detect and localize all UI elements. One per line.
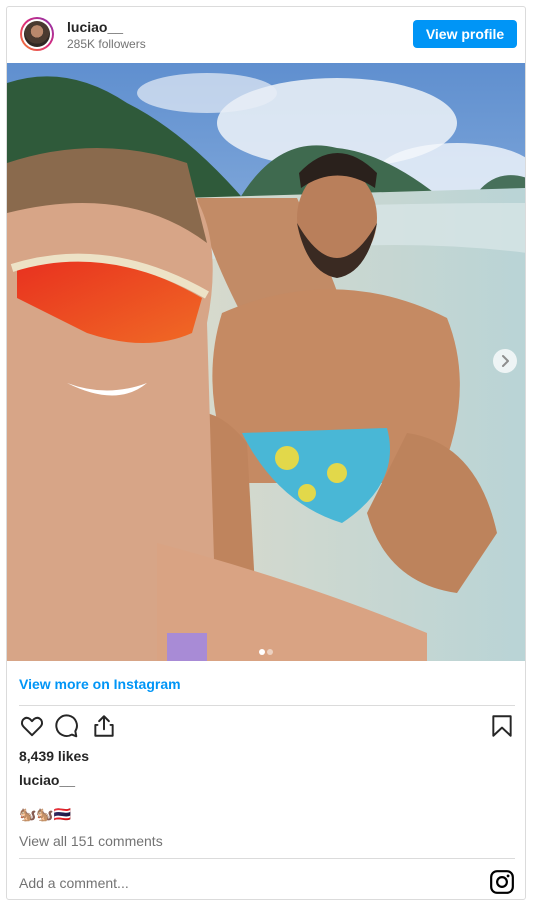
follower-count: 285K followers — [67, 37, 146, 51]
avatar-photo — [24, 21, 50, 47]
avatar[interactable] — [20, 17, 54, 51]
like-count[interactable]: 8,439 likes — [19, 748, 89, 764]
post-header: luciao__ 285K followers View profile — [7, 7, 525, 63]
chevron-right-icon — [502, 355, 509, 367]
caption-text: 🐿️🐿️🇹🇭 — [19, 806, 72, 822]
carousel-dot — [267, 649, 273, 655]
post-photo[interactable] — [7, 63, 525, 661]
instagram-icon[interactable] — [489, 869, 515, 895]
share-icon[interactable] — [91, 713, 117, 739]
comment-icon[interactable] — [53, 713, 79, 739]
add-comment-input[interactable]: Add a comment... — [19, 875, 129, 891]
carousel-indicator — [259, 642, 275, 660]
divider — [19, 858, 515, 859]
view-more-link[interactable]: View more on Instagram — [19, 676, 181, 692]
view-comments-link[interactable]: View all 151 comments — [19, 833, 163, 849]
beach-selfie-image — [7, 63, 525, 661]
divider — [19, 705, 515, 706]
caption-username[interactable]: luciao__ — [19, 772, 75, 788]
action-bar — [19, 713, 515, 741]
username[interactable]: luciao__ — [67, 19, 123, 35]
carousel-dot-active — [259, 649, 265, 655]
heart-icon[interactable] — [19, 713, 45, 739]
view-profile-button[interactable]: View profile — [413, 20, 517, 48]
instagram-embed-card: luciao__ 285K followers View profile Vie… — [6, 6, 526, 900]
bookmark-icon[interactable] — [489, 713, 515, 739]
next-slide-button[interactable] — [493, 349, 517, 373]
